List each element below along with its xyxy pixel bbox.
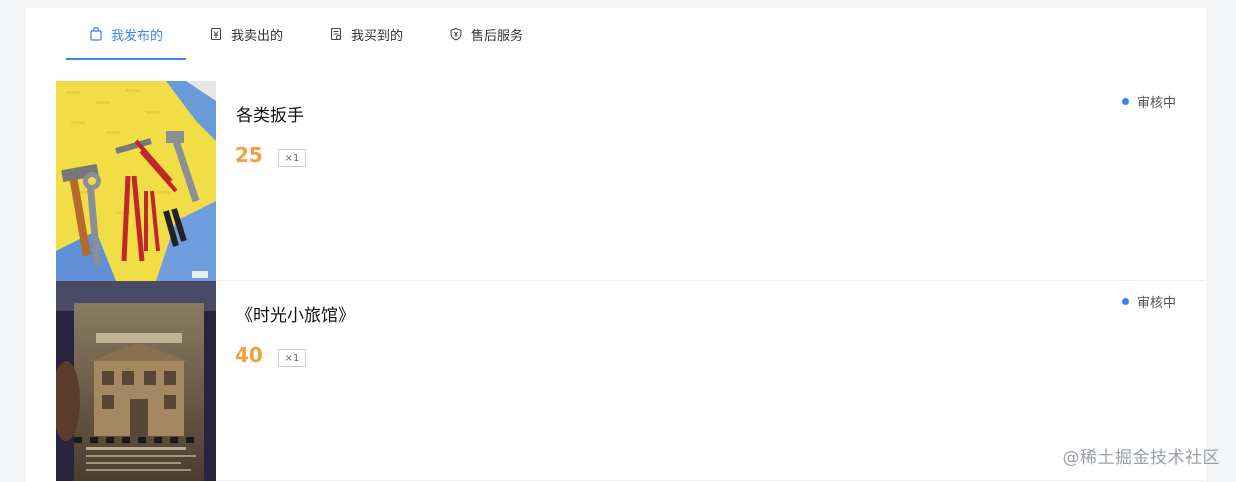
status-label: 审核中 [1136,296,1176,311]
tab-sold[interactable]: 我卖出的 [186,8,306,60]
item-thumbnail[interactable] [56,281,216,481]
status-dot-icon [1121,98,1129,105]
item-price: 25 [235,143,263,167]
status-badge: 审核中 [1121,92,1176,111]
watermark: @稀土掘金技术社区 [1062,448,1220,468]
tab-bought-label: 我买到的 [350,28,403,44]
orders-card: 我发布的 我卖出的 我买到的 售后服务 各类扳手 25 ×1 审核中 《时光小旅… [26,8,1206,482]
item-quantity: ×1 [278,349,306,367]
item-title[interactable]: 各类扳手 [236,101,304,126]
tab-after-sales-label: 售后服务 [470,28,523,44]
tab-bar: 我发布的 我卖出的 我买到的 售后服务 [66,8,546,60]
status-label: 审核中 [1136,96,1176,111]
item-title[interactable]: 《时光小旅馆》 [236,301,355,326]
tab-published[interactable]: 我发布的 [66,8,186,60]
divider [216,480,1206,481]
item-quantity: ×1 [278,149,306,167]
list-item[interactable]: 《时光小旅馆》 40 ×1 审核中 [26,281,1206,481]
item-thumbnail[interactable] [56,81,216,281]
status-dot-icon [1121,298,1129,305]
receipt-icon [329,27,343,41]
status-badge: 审核中 [1121,292,1176,311]
sold-icon [209,27,223,41]
tab-after-sales[interactable]: 售后服务 [426,8,546,60]
list-item[interactable]: 各类扳手 25 ×1 审核中 [26,81,1206,281]
tab-sold-label: 我卖出的 [230,28,283,44]
tab-bought[interactable]: 我买到的 [306,8,426,60]
item-price: 40 [235,343,263,367]
shield-icon [449,27,463,41]
bag-icon [89,27,103,41]
tab-published-label: 我发布的 [110,28,163,44]
